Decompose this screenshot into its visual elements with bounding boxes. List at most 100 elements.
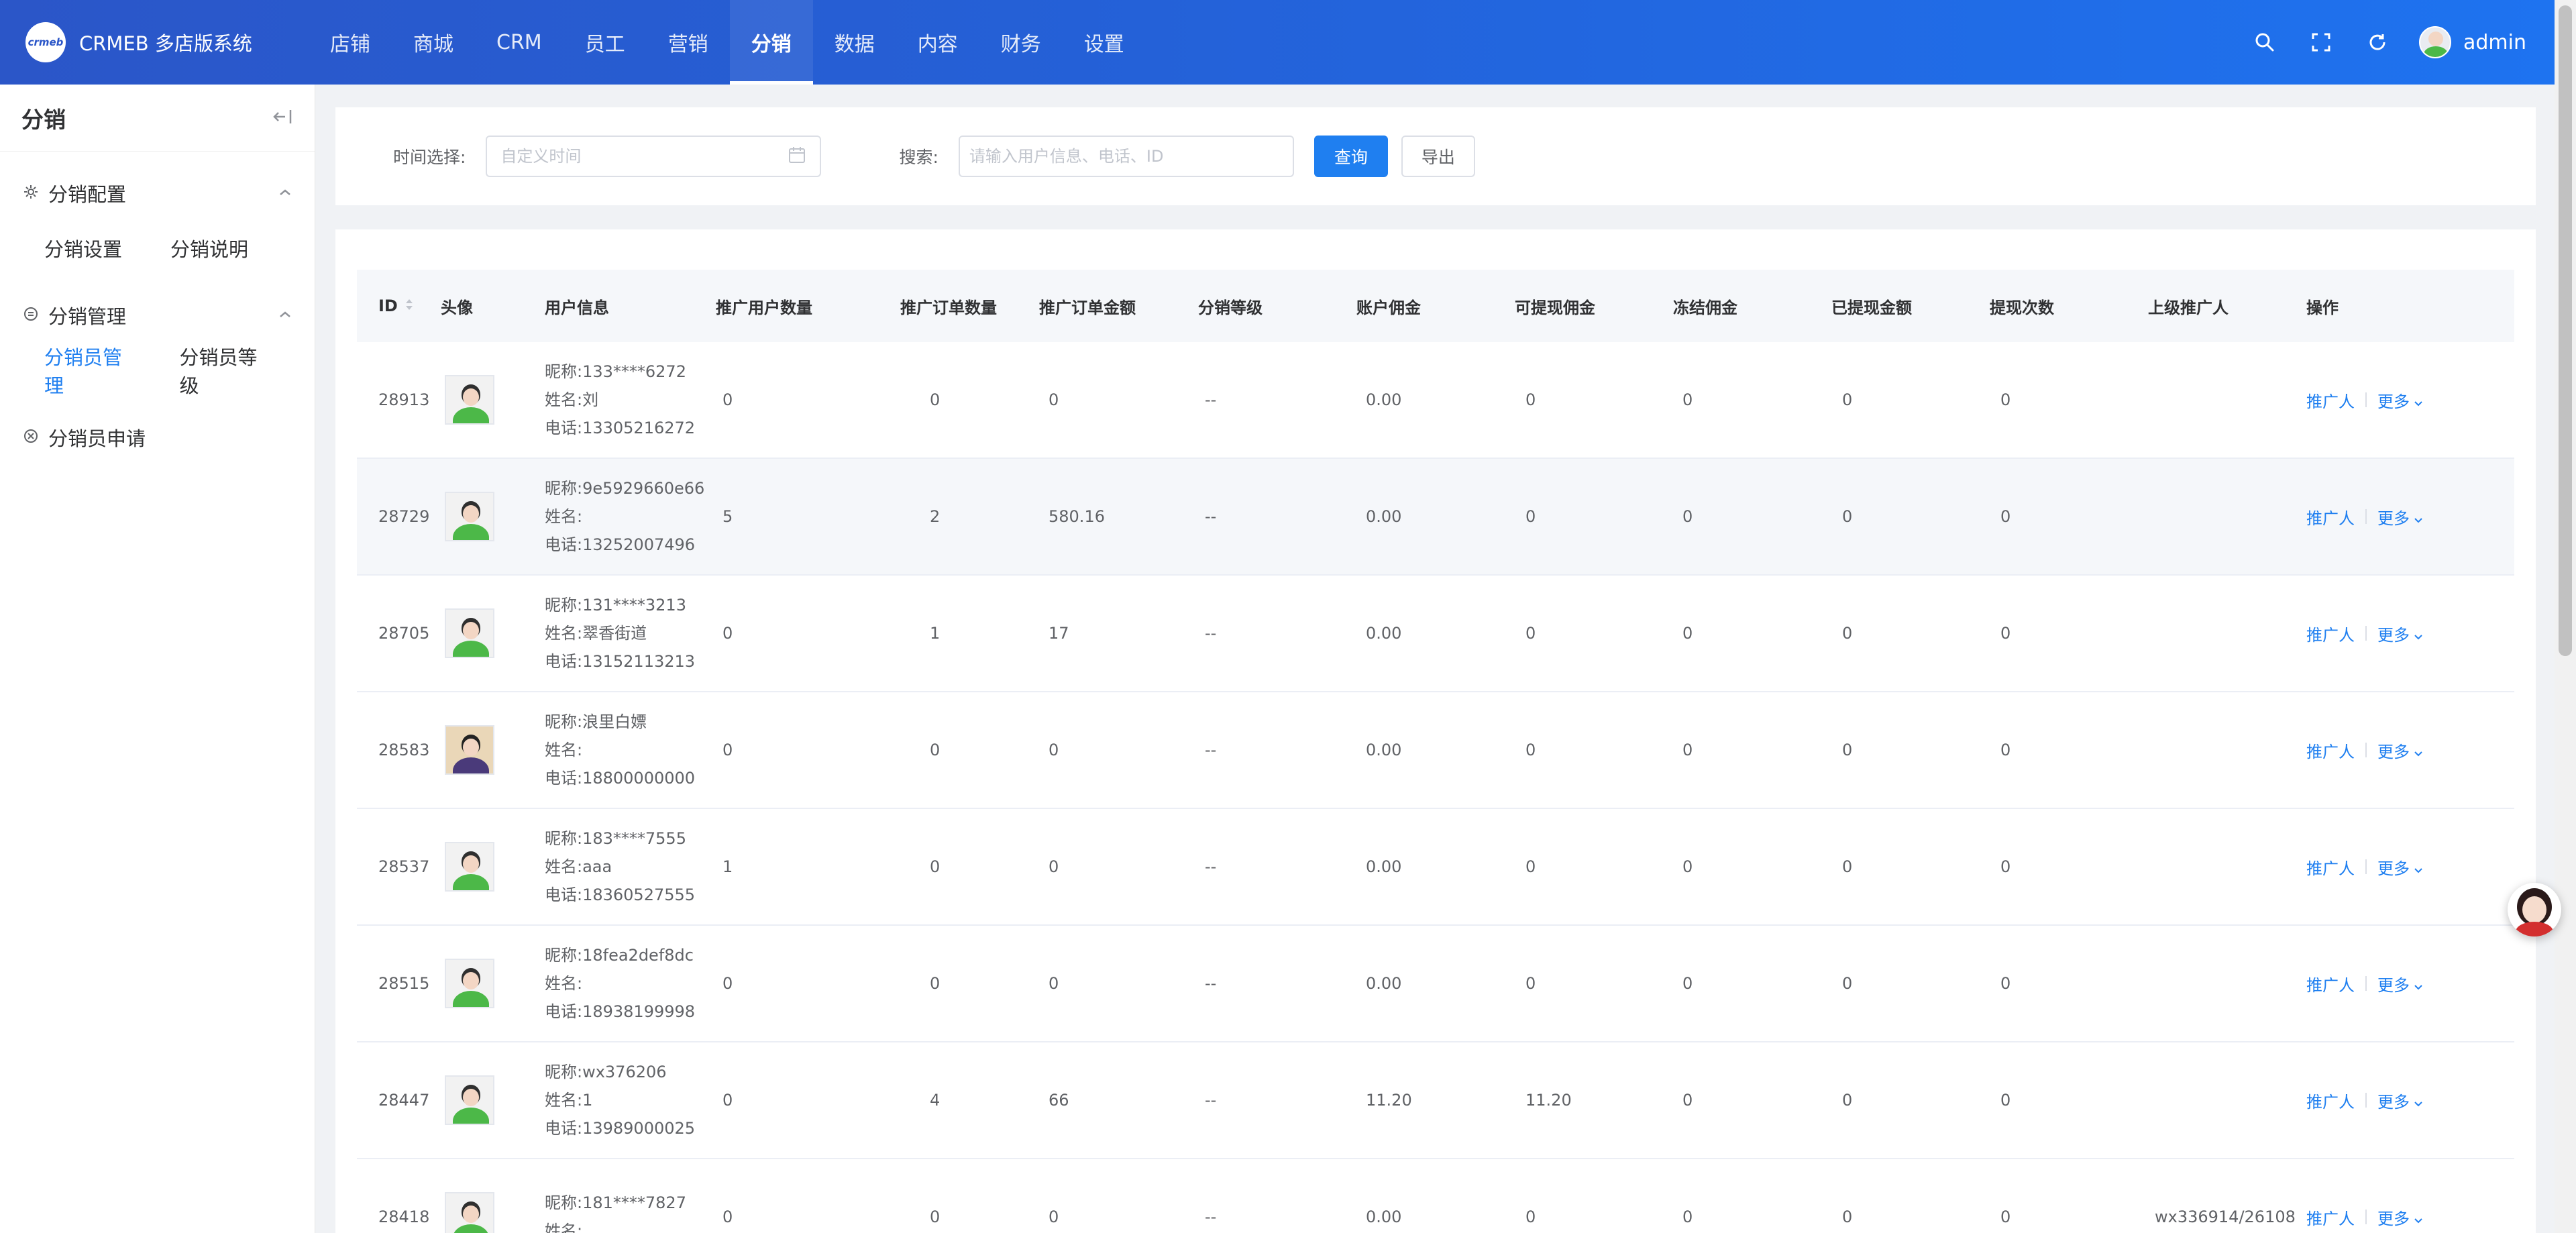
avatar[interactable] [445,842,494,892]
id-cell: 28418 [378,1208,430,1226]
nickname-text: 昵称:131****3213 [545,596,686,614]
table-row: 28913 昵称:133****6272 姓名:刘 电话:13305216272 0 0 0… [357,342,2514,459]
commission-cell: 0.00 [1366,390,1402,409]
id-cell: 28583 [378,741,430,759]
name-text: 姓名: [545,1222,583,1233]
promoter-link[interactable]: 推广人 [2306,739,2355,762]
avatar[interactable] [445,375,494,425]
customer-service-avatar[interactable] [2508,883,2561,936]
avatar[interactable] [445,725,494,775]
chevron-down-icon [2414,743,2423,761]
sort-icon[interactable] [405,297,414,315]
more-dropdown[interactable]: 更多 [2377,855,2423,879]
promoter-link[interactable]: 推广人 [2306,622,2355,645]
actions-cell: 推广人 更多 [2306,505,2487,529]
nav-item-content[interactable]: 内容 [896,0,979,85]
more-dropdown[interactable]: 更多 [2377,739,2423,762]
export-button[interactable]: 导出 [1401,136,1475,177]
date-range-input[interactable] [500,147,788,166]
column-header-promo-orders: 推广订单数量 [900,298,997,317]
id-cell: 28515 [378,974,430,993]
promo-amount-cell: 0 [1049,974,1059,993]
promoter-link[interactable]: 推广人 [2306,388,2355,412]
user-info-cell: 昵称:131****3213 姓名:翠香街道 电话:13152113213 [538,591,716,676]
brand[interactable]: crmeb CRMEB 多店版系统 [0,22,309,62]
scrollbar-thumb[interactable] [2559,5,2572,656]
distributor-table: ID 头像 用户信息 推广用户数量 推广订单数量 推广订单金额 分销等级 账户佣… [357,270,2514,1233]
user-info-cell: 昵称:wx376206 姓名:1 电话:13989000025 [538,1058,716,1142]
sidebar-group-manage[interactable]: 分销管理 [0,286,315,345]
sidebar-item-distributor-management[interactable]: 分销员管理 [44,342,131,398]
promoter-link[interactable]: 推广人 [2306,1205,2355,1229]
withdrawn-cell: 0 [1842,974,1853,993]
promoter-link[interactable]: 推广人 [2306,505,2355,529]
user-avatar[interactable] [2419,26,2451,58]
avatar[interactable] [445,492,494,541]
more-dropdown[interactable]: 更多 [2377,505,2423,529]
divider [2365,509,2367,524]
chevron-up-icon [278,309,292,322]
sidebar-group-config[interactable]: 分销配置 [0,164,315,223]
user-name[interactable]: admin [2463,31,2526,54]
search-field[interactable] [958,136,1294,177]
sidebar-subitems-manage: 分销员管理 分销员等级 [0,342,315,398]
column-header-id[interactable]: ID [357,297,441,315]
promo-users-cell: 1 [722,857,733,876]
promoter-link[interactable]: 推广人 [2306,972,2355,996]
sidebar-group-apply[interactable]: 分销员申请 [0,408,315,467]
nickname-text: 昵称:183****7555 [545,829,686,848]
nav-item-mall[interactable]: 商城 [392,0,475,85]
nav-item-marketing[interactable]: 营销 [647,0,730,85]
nav-item-staff[interactable]: 员工 [564,0,647,85]
page-scrollbar[interactable] [2555,0,2576,1233]
withdrawn-cell: 0 [1842,507,1853,526]
frozen-cell: 0 [1682,1208,1693,1226]
chevron-down-icon [2414,1093,2423,1112]
avatar[interactable] [445,959,494,1008]
name-text: 姓名: [545,741,583,759]
withdraw-count-cell: 0 [2000,857,2011,876]
more-dropdown[interactable]: 更多 [2377,388,2423,412]
nav-item-store[interactable]: 店铺 [309,0,392,85]
sidebar-item-distribution-settings[interactable]: 分销设置 [44,234,122,262]
table-row: 28729 昵称:9e5929660e66 姓名: 电话:13252007496 5 2 5… [357,459,2514,576]
promoter-link[interactable]: 推广人 [2306,1089,2355,1112]
nav-item-settings[interactable]: 设置 [1063,0,1146,85]
nav-item-distribution[interactable]: 分销 [729,0,813,85]
nav-item-finance[interactable]: 财务 [979,0,1063,85]
sidebar-item-distribution-description[interactable]: 分销说明 [170,234,248,262]
search-icon[interactable] [2237,14,2293,70]
more-dropdown[interactable]: 更多 [2377,972,2423,996]
promoter-link[interactable]: 推广人 [2306,855,2355,879]
column-header-actions: 操作 [2306,298,2339,317]
promo-users-cell: 0 [722,741,733,759]
frozen-cell: 0 [1682,390,1693,409]
phone-text: 电话:13989000025 [545,1119,696,1138]
user-info-cell: 昵称:9e5929660e66 姓名: 电话:13252007496 [538,474,716,559]
collapse-sidebar-icon[interactable] [272,109,292,127]
avatar[interactable] [445,1075,494,1125]
withdrawn-cell: 0 [1842,1208,1853,1226]
column-header-user-info: 用户信息 [545,298,609,317]
sidebar-header: 分销 [0,85,315,152]
more-dropdown[interactable]: 更多 [2377,1089,2423,1112]
avatar[interactable] [445,1192,494,1233]
nickname-text: 昵称:181****7827 [545,1193,686,1212]
more-dropdown[interactable]: 更多 [2377,1205,2423,1229]
actions-cell: 推广人 更多 [2306,388,2487,412]
actions-cell: 推广人 更多 [2306,855,2487,879]
more-dropdown[interactable]: 更多 [2377,622,2423,645]
frozen-cell: 0 [1682,507,1693,526]
search-input[interactable] [969,147,1283,166]
table-body: 28913 昵称:133****6272 姓名:刘 电话:13305216272 0 0 0… [357,342,2514,1233]
withdraw-count-cell: 0 [2000,1208,2011,1226]
nickname-text: 昵称:133****6272 [545,362,686,381]
nav-item-crm[interactable]: CRM [475,0,564,85]
refresh-icon[interactable] [2349,14,2406,70]
avatar[interactable] [445,608,494,658]
nav-item-data[interactable]: 数据 [813,0,896,85]
fullscreen-icon[interactable] [2293,14,2349,70]
date-range-picker[interactable] [486,136,822,177]
query-button[interactable]: 查询 [1313,136,1388,177]
sidebar-item-distributor-levels[interactable]: 分销员等级 [180,342,267,398]
